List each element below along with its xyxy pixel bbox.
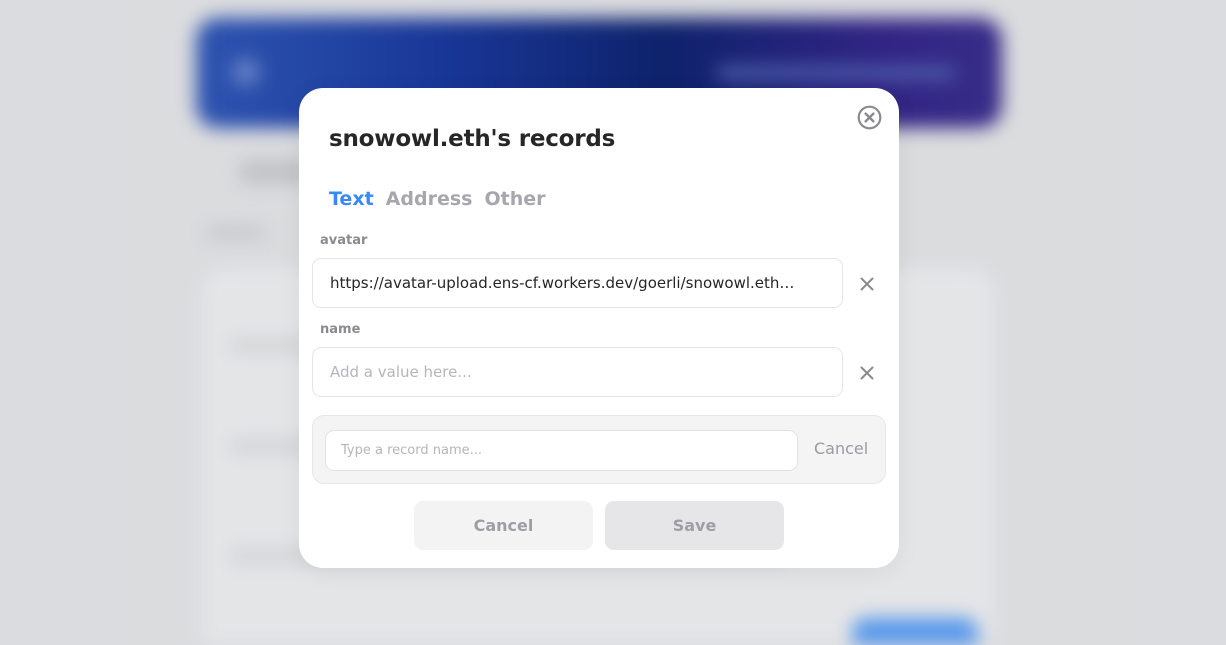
- avatar-field[interactable]: [312, 258, 843, 308]
- tab-address[interactable]: Address: [386, 188, 473, 210]
- avatar-field-label: avatar: [320, 233, 368, 248]
- clear-avatar-button[interactable]: [858, 275, 876, 293]
- record-name-input[interactable]: [325, 430, 798, 471]
- name-field[interactable]: [312, 347, 843, 397]
- add-record-cancel-button[interactable]: Cancel: [814, 439, 868, 458]
- tab-text[interactable]: Text: [329, 188, 374, 210]
- name-field-label: name: [320, 322, 361, 337]
- close-button[interactable]: [857, 105, 882, 130]
- save-button[interactable]: Save: [605, 501, 784, 550]
- record-type-tabs: Text Address Other: [329, 188, 545, 210]
- tab-other[interactable]: Other: [484, 188, 545, 210]
- add-record-panel: Cancel: [312, 415, 886, 484]
- modal-title: snowowl.eth's records: [329, 126, 616, 152]
- close-x-icon: [860, 277, 874, 291]
- clear-name-button[interactable]: [858, 364, 876, 382]
- close-x-icon: [860, 366, 874, 380]
- records-modal: snowowl.eth's records Text Address Other…: [299, 88, 899, 568]
- cancel-button[interactable]: Cancel: [414, 501, 593, 550]
- close-circle-icon: [857, 105, 882, 130]
